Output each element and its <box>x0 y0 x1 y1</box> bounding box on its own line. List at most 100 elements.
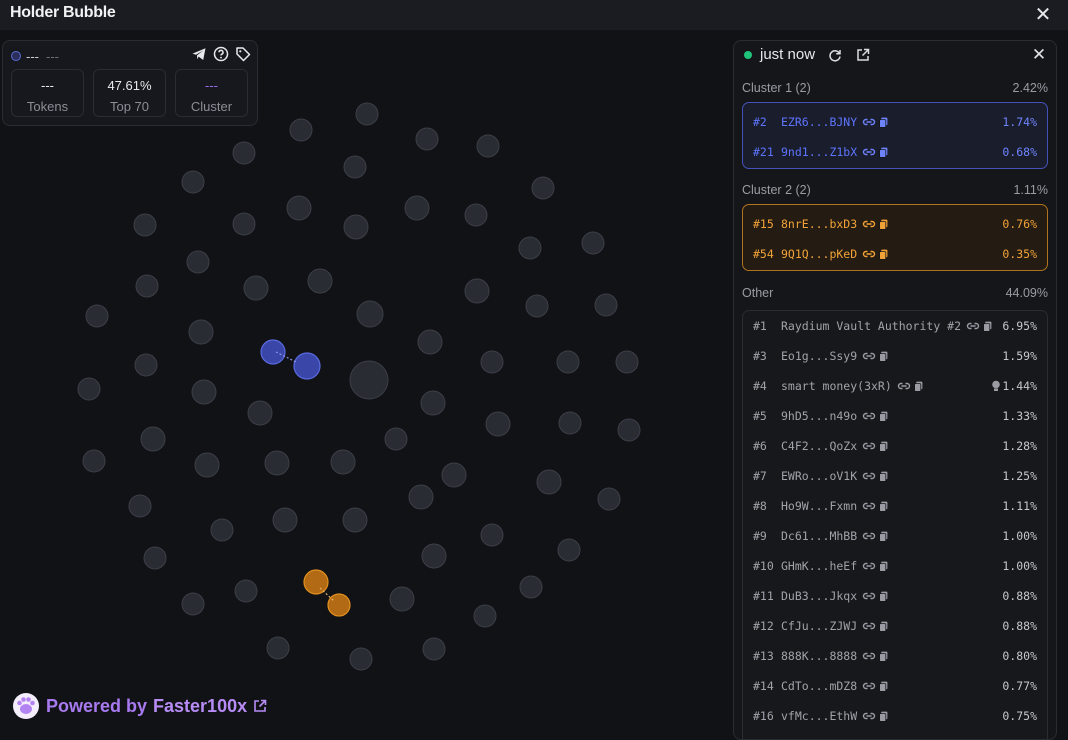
holder-address[interactable]: Eo1g...Ssy9 <box>781 349 857 363</box>
holder-bubble[interactable] <box>286 195 312 221</box>
refresh-icon[interactable] <box>828 48 842 62</box>
holder-bubble[interactable] <box>234 579 258 603</box>
copy-icon[interactable] <box>879 219 888 230</box>
holder-bubble[interactable] <box>404 195 430 221</box>
holder-address[interactable]: Raydium Vault Authority #2 <box>781 319 961 333</box>
copy-icon[interactable] <box>879 351 888 362</box>
holder-bubble[interactable] <box>243 275 269 301</box>
holder-address[interactable]: CdTo...mDZ8 <box>781 679 857 693</box>
link-icon[interactable] <box>862 351 876 361</box>
copy-icon[interactable] <box>913 381 923 392</box>
holder-bubble[interactable] <box>191 379 217 405</box>
holder-bubble[interactable] <box>421 543 447 569</box>
holder-bubble[interactable] <box>82 449 106 473</box>
copy-icon[interactable] <box>879 501 888 512</box>
copy-icon[interactable] <box>879 591 888 602</box>
holder-bubble[interactable] <box>536 469 562 495</box>
holder-bubble[interactable] <box>473 604 497 628</box>
holder-row[interactable]: #3 Eo1g...Ssy9 1.59% <box>743 341 1047 371</box>
holder-bubble[interactable] <box>210 518 234 542</box>
external-link-icon[interactable] <box>253 699 267 713</box>
holder-bubble[interactable] <box>143 546 167 570</box>
holder-address[interactable]: EWRo...oV1K <box>781 469 857 483</box>
help-icon[interactable] <box>213 46 229 62</box>
copy-icon[interactable] <box>879 471 888 482</box>
holder-row[interactable]: #4 smart money(3xR) 1.44% <box>743 371 1047 401</box>
holder-row[interactable]: #11 DuB3...Jkqx 0.88% <box>743 581 1047 611</box>
cluster2-bubble[interactable] <box>303 569 329 595</box>
holder-bubble[interactable] <box>264 450 290 476</box>
holder-row[interactable]: #15 8nrE...bxD3 0.76% <box>743 209 1047 239</box>
holder-bubble[interactable] <box>135 274 159 298</box>
holder-bubble[interactable] <box>420 390 446 416</box>
holder-bubble[interactable] <box>232 212 256 236</box>
holder-bubble[interactable] <box>558 411 582 435</box>
holder-bubble[interactable] <box>355 102 379 126</box>
copy-icon[interactable] <box>879 531 888 542</box>
link-icon[interactable] <box>862 621 876 631</box>
holder-bubble[interactable] <box>77 377 101 401</box>
holder-bubble[interactable] <box>464 278 490 304</box>
holder-row[interactable]: #21 9nd1...Z1bX 0.68% <box>743 137 1047 167</box>
holder-row[interactable]: #7 EWRo...oV1K 1.25% <box>743 461 1047 491</box>
holder-bubble[interactable] <box>272 507 298 533</box>
copy-icon[interactable] <box>983 321 992 332</box>
holder-bubble[interactable] <box>134 353 158 377</box>
link-icon[interactable] <box>862 501 876 511</box>
copy-icon[interactable] <box>879 147 888 158</box>
holder-bubble[interactable] <box>464 203 488 227</box>
holder-address[interactable]: EZR6...BJNY <box>781 115 857 129</box>
copy-icon[interactable] <box>879 249 888 260</box>
copy-icon[interactable] <box>879 117 888 128</box>
close-icon[interactable]: ✕ <box>1032 4 1054 26</box>
holder-bubble[interactable] <box>232 141 256 165</box>
holder-bubble[interactable] <box>307 268 333 294</box>
holder-bubble[interactable] <box>518 236 542 260</box>
holder-bubble[interactable] <box>181 170 205 194</box>
holder-address[interactable]: Dc61...MhBB <box>781 529 857 543</box>
holder-bubble[interactable] <box>128 494 152 518</box>
link-icon[interactable] <box>862 249 876 259</box>
link-icon[interactable] <box>897 381 911 391</box>
copy-icon[interactable] <box>879 651 888 662</box>
holder-bubble[interactable] <box>85 304 109 328</box>
link-icon[interactable] <box>862 471 876 481</box>
holder-bubble[interactable] <box>140 426 166 452</box>
holder-row[interactable]: #13 888K...8888 0.80% <box>743 641 1047 671</box>
link-icon[interactable] <box>862 681 876 691</box>
holder-bubble[interactable] <box>247 400 273 426</box>
link-icon[interactable] <box>966 321 980 331</box>
holder-bubble[interactable] <box>389 586 415 612</box>
holder-row[interactable]: #16 vfMc...EthW 0.75% <box>743 701 1047 731</box>
holder-row[interactable]: #9 Dc61...MhBB 1.00% <box>743 521 1047 551</box>
holder-bubble[interactable] <box>476 134 500 158</box>
bubble-graph[interactable] <box>0 30 730 740</box>
holder-row[interactable]: #8 Ho9W...Fxmn 1.11% <box>743 491 1047 521</box>
link-icon[interactable] <box>862 441 876 451</box>
holder-row[interactable]: #6 C4F2...QoZx 1.28% <box>743 431 1047 461</box>
holder-address[interactable]: smart money(3xR) <box>781 379 892 393</box>
link-icon[interactable] <box>862 411 876 421</box>
holder-address[interactable]: Ho9W...Fxmn <box>781 499 857 513</box>
holder-row[interactable]: #12 CfJu...ZJWJ 0.88% <box>743 611 1047 641</box>
holder-bubble[interactable] <box>343 155 367 179</box>
link-icon[interactable] <box>862 561 876 571</box>
cluster1-bubble[interactable] <box>260 339 286 365</box>
holder-bubble[interactable] <box>480 350 504 374</box>
holder-bubble[interactable] <box>615 350 639 374</box>
holder-address[interactable]: CfJu...ZJWJ <box>781 619 857 633</box>
holder-address[interactable]: 9Q1Q...pKeD <box>781 247 857 261</box>
holder-bubble[interactable] <box>556 350 580 374</box>
holder-bubble[interactable] <box>349 360 389 400</box>
holder-row[interactable]: #1 Raydium Vault Authority #2 6.95% <box>743 311 1047 341</box>
holder-bubble[interactable] <box>330 449 356 475</box>
holder-bubble[interactable] <box>133 213 157 237</box>
copy-icon[interactable] <box>879 441 888 452</box>
link-icon[interactable] <box>862 591 876 601</box>
holder-bubble[interactable] <box>289 118 313 142</box>
holder-bubble[interactable] <box>531 176 555 200</box>
holder-bubble[interactable] <box>342 507 368 533</box>
holder-bubble[interactable] <box>408 484 434 510</box>
holder-bubble[interactable] <box>594 293 618 317</box>
holder-bubble[interactable] <box>349 647 373 671</box>
